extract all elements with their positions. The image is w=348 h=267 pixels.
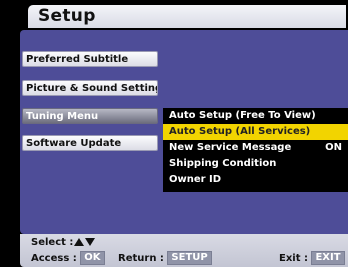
exit-hint: Exit : EXIT: [279, 251, 345, 265]
menu-item-tuning-menu[interactable]: Tuning Menu: [22, 108, 158, 124]
footer-help-bar: Select : Access : OK Return : SETUP Exit…: [20, 234, 348, 267]
menu-item-picture-sound-setting[interactable]: Picture & Sound Setting: [22, 80, 158, 96]
select-hint: Select :: [31, 237, 96, 248]
submenu-item-shipping-condition[interactable]: Shipping Condition: [163, 156, 348, 172]
arrow-down-icon: [85, 238, 96, 246]
submenu-item-owner-id[interactable]: Owner ID: [163, 172, 348, 188]
submenu-item-auto-setup-free[interactable]: Auto Setup (Free To View): [163, 108, 348, 124]
exit-label: Exit :: [279, 253, 308, 264]
new-service-message-value: ON: [325, 142, 342, 153]
setup-screen: Setup Preferred Subtitle Picture & Sound…: [0, 0, 348, 267]
title-bar: Setup: [28, 5, 346, 28]
tuning-submenu: Auto Setup (Free To View) Auto Setup (Al…: [163, 108, 348, 192]
select-label: Select :: [31, 237, 74, 248]
submenu-item-label: Auto Setup (Free To View): [169, 110, 316, 121]
page-title: Setup: [38, 6, 96, 26]
submenu-item-new-service-message[interactable]: New Service Message ON: [163, 140, 348, 156]
submenu-item-auto-setup-all[interactable]: Auto Setup (All Services): [163, 124, 348, 140]
return-label: Return :: [118, 253, 164, 264]
setup-key: SETUP: [167, 251, 212, 265]
ok-key: OK: [80, 251, 105, 265]
menu-item-software-update[interactable]: Software Update: [22, 135, 158, 151]
submenu-item-label: Owner ID: [169, 174, 222, 185]
submenu-item-label: Shipping Condition: [169, 158, 277, 169]
access-hint: Access : OK: [31, 251, 105, 265]
submenu-item-label: New Service Message: [169, 142, 292, 153]
menu-item-preferred-subtitle[interactable]: Preferred Subtitle: [22, 51, 158, 67]
return-hint: Return : SETUP: [118, 251, 212, 265]
arrow-up-icon: [74, 238, 85, 246]
exit-key: EXIT: [311, 251, 345, 265]
access-label: Access :: [31, 253, 77, 264]
submenu-item-label: Auto Setup (All Services): [169, 126, 311, 137]
